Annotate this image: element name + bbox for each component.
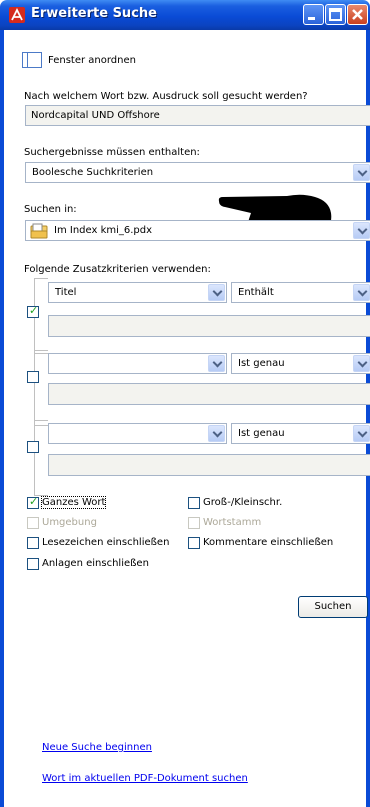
- stemming-label: Wortstamm: [203, 517, 262, 528]
- chevron-down-icon[interactable]: [353, 425, 370, 442]
- results-select-value: Boolesche Suchkriterien: [32, 167, 154, 178]
- acrobat-icon: [9, 7, 25, 23]
- search-button[interactable]: Suchen: [298, 596, 368, 618]
- bookmarks-checkbox[interactable]: [27, 537, 39, 549]
- checkmark-icon: ✓: [29, 304, 39, 317]
- chevron-down-icon[interactable]: [208, 425, 225, 442]
- bookmarks-label[interactable]: Lesezeichen einschließen: [42, 537, 169, 548]
- current-document-search-link[interactable]: Wort im aktuellen PDF-Dokument suchen: [42, 773, 248, 784]
- criteria-row-2-value-input[interactable]: [48, 383, 370, 405]
- minimize-button[interactable]: [303, 4, 324, 25]
- results-label: Suchergebnisse müssen enthalten:: [24, 147, 200, 158]
- whole-word-label[interactable]: Ganzes Wort: [40, 496, 107, 509]
- title-bar: Erweiterte Suche: [0, 0, 370, 30]
- chevron-down-icon[interactable]: [353, 164, 370, 181]
- criteria-label: Folgende Zusatzkriterien verwenden:: [24, 264, 211, 275]
- query-input[interactable]: Nordcapital UND Offshore: [25, 105, 370, 126]
- maximize-icon: [329, 8, 342, 21]
- new-search-link[interactable]: Neue Suche beginnen: [42, 742, 152, 753]
- proximity-label: Umgebung: [42, 517, 97, 528]
- criteria-row-1-field: Titel: [55, 287, 77, 298]
- criteria-row-1-value-input[interactable]: [48, 315, 370, 337]
- results-select[interactable]: Boolesche Suchkriterien: [25, 162, 370, 183]
- criteria-row-1-checkbox[interactable]: ✓: [27, 304, 39, 318]
- criteria-row-3-operator: Ist genau: [238, 428, 285, 439]
- criteria-row-3-checkbox[interactable]: [27, 441, 39, 453]
- stemming-checkbox: [188, 517, 200, 529]
- arrange-window-label[interactable]: Fenster anordnen: [48, 55, 136, 66]
- minimize-icon: [308, 17, 315, 20]
- comments-label[interactable]: Kommentare einschließen: [203, 537, 333, 548]
- criteria-row-2-checkbox[interactable]: [27, 371, 39, 383]
- criteria-row-3-bracket: [34, 420, 48, 496]
- comments-checkbox[interactable]: [188, 537, 200, 549]
- criteria-row-1-operator-select[interactable]: Enthält: [231, 282, 370, 303]
- criteria-row-3-value-input[interactable]: [48, 454, 370, 476]
- attachments-checkbox[interactable]: [27, 558, 39, 570]
- attachments-label[interactable]: Anlagen einschließen: [42, 558, 149, 569]
- chevron-down-icon[interactable]: [353, 222, 370, 239]
- criteria-row-2-operator-select[interactable]: Ist genau: [231, 353, 370, 374]
- pdf-index-icon: [30, 223, 48, 239]
- whole-word-checkbox[interactable]: ✓: [27, 495, 39, 509]
- chevron-down-icon[interactable]: [208, 355, 225, 372]
- search-panel: Fenster anordnen Nach welchem Wort bzw. …: [4, 30, 370, 807]
- chevron-down-icon[interactable]: [353, 355, 370, 372]
- close-button[interactable]: [347, 4, 368, 25]
- criteria-row-2-bracket: [34, 350, 48, 426]
- case-sensitive-checkbox[interactable]: [188, 497, 200, 509]
- criteria-row-2-field-select[interactable]: [48, 353, 227, 374]
- criteria-row-2-operator: Ist genau: [238, 358, 285, 369]
- checkmark-icon: ✓: [29, 495, 39, 508]
- chevron-down-icon[interactable]: [208, 284, 225, 301]
- search-in-label: Suchen in:: [24, 204, 77, 215]
- criteria-row-1-field-select[interactable]: Titel: [48, 282, 227, 303]
- window-title: Erweiterte Suche: [31, 6, 157, 21]
- close-icon: [352, 9, 363, 20]
- search-in-select[interactable]: Im Index kmi_6.pdx: [25, 220, 370, 241]
- criteria-row-3-operator-select[interactable]: Ist genau: [231, 423, 370, 444]
- proximity-checkbox: [27, 517, 39, 529]
- maximize-button[interactable]: [325, 4, 346, 25]
- case-sensitive-label[interactable]: Groß-/Kleinschr.: [203, 497, 282, 508]
- query-label: Nach welchem Wort bzw. Ausdruck soll ges…: [24, 91, 308, 102]
- search-in-value: Im Index kmi_6.pdx: [54, 225, 153, 236]
- criteria-row-3-field-select[interactable]: [48, 423, 227, 444]
- arrange-window-icon[interactable]: [22, 52, 42, 68]
- criteria-row-1-operator: Enthält: [238, 287, 274, 298]
- chevron-down-icon[interactable]: [353, 284, 370, 301]
